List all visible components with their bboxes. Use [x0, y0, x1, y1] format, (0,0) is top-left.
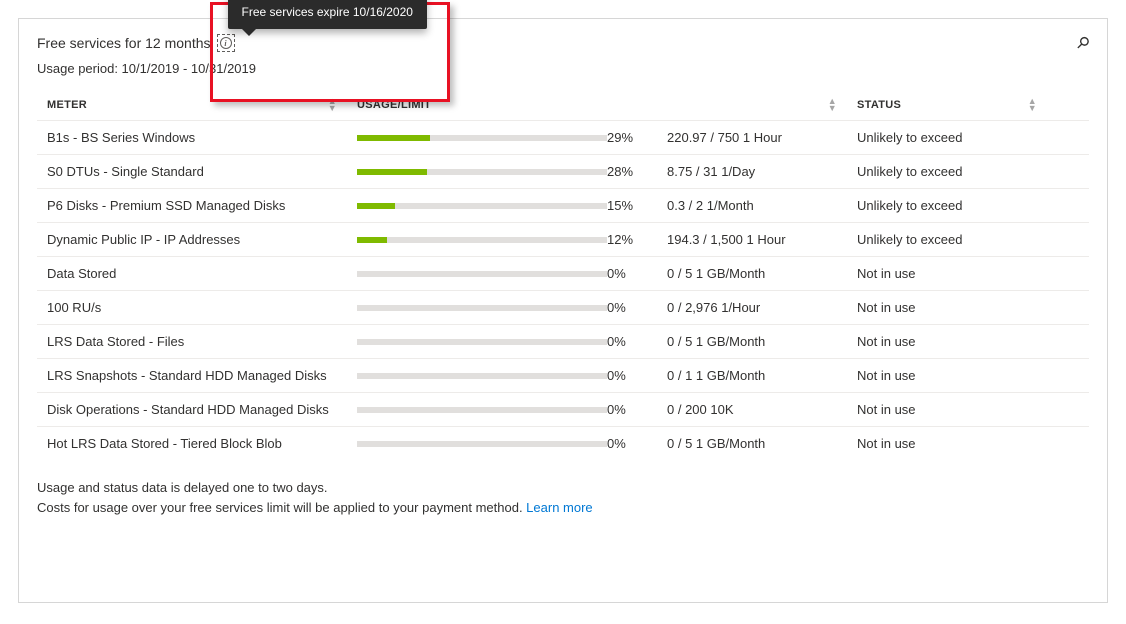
cell-usage-bar	[357, 135, 607, 141]
cell-percent: 12%	[607, 232, 667, 247]
cell-status: Unlikely to exceed	[857, 198, 1057, 213]
cell-meter: P6 Disks - Premium SSD Managed Disks	[47, 198, 357, 213]
cell-usage-bar	[357, 407, 607, 413]
footer-line1: Usage and status data is delayed one to …	[37, 478, 1089, 498]
cell-percent: 15%	[607, 198, 667, 213]
cell-limit: 8.75 / 31 1/Day	[667, 164, 857, 179]
table-row[interactable]: 100 RU/s 0%0 / 2,976 1/HourNot in use	[37, 290, 1089, 324]
learn-more-link[interactable]: Learn more	[526, 500, 592, 515]
cell-usage-bar	[357, 373, 607, 379]
column-header-status[interactable]: STATUS ▲▼	[857, 98, 1057, 112]
sort-icon: ▲▼	[328, 98, 337, 112]
cell-percent: 29%	[607, 130, 667, 145]
cell-status: Unlikely to exceed	[857, 164, 1057, 179]
cell-meter: Hot LRS Data Stored - Tiered Block Blob	[47, 436, 357, 451]
panel-title: Free services for 12 months	[37, 35, 211, 51]
cell-percent: 28%	[607, 164, 667, 179]
cell-usage-bar	[357, 339, 607, 345]
cell-limit: 0 / 5 1 GB/Month	[667, 436, 857, 451]
cell-percent: 0%	[607, 436, 667, 451]
cell-status: Unlikely to exceed	[857, 130, 1057, 145]
cell-usage-bar	[357, 305, 607, 311]
table-row[interactable]: Dynamic Public IP - IP Addresses 12%194.3…	[37, 222, 1089, 256]
table-row[interactable]: Disk Operations - Standard HDD Managed D…	[37, 392, 1089, 426]
cell-limit: 0 / 5 1 GB/Month	[667, 266, 857, 281]
table-row[interactable]: S0 DTUs - Single Standard 28%8.75 / 31 1/…	[37, 154, 1089, 188]
cell-limit: 0.3 / 2 1/Month	[667, 198, 857, 213]
footer-line2: Costs for usage over your free services …	[37, 500, 526, 515]
cell-meter: S0 DTUs - Single Standard	[47, 164, 357, 179]
cell-meter: LRS Data Stored - Files	[47, 334, 357, 349]
cell-limit: 194.3 / 1,500 1 Hour	[667, 232, 857, 247]
cell-limit: 0 / 2,976 1/Hour	[667, 300, 857, 315]
cell-percent: 0%	[607, 266, 667, 281]
column-header-limit[interactable]: ▲▼	[667, 98, 857, 112]
cell-percent: 0%	[607, 402, 667, 417]
table-row[interactable]: B1s - BS Series Windows 29%220.97 / 750 1…	[37, 120, 1089, 154]
sort-icon: ▲▼	[1028, 98, 1037, 112]
table-row[interactable]: Hot LRS Data Stored - Tiered Block Blob 0…	[37, 426, 1089, 460]
cell-status: Not in use	[857, 368, 1057, 383]
cell-usage-bar	[357, 237, 607, 243]
cell-percent: 0%	[607, 334, 667, 349]
cell-status: Not in use	[857, 300, 1057, 315]
table-row[interactable]: LRS Data Stored - Files 0%0 / 5 1 GB/Mont…	[37, 324, 1089, 358]
table-row[interactable]: LRS Snapshots - Standard HDD Managed Dis…	[37, 358, 1089, 392]
table-row[interactable]: Data Stored 0%0 / 5 1 GB/MonthNot in use	[37, 256, 1089, 290]
table-body: B1s - BS Series Windows 29%220.97 / 750 1…	[37, 120, 1089, 460]
cell-usage-bar	[357, 441, 607, 447]
cell-limit: 0 / 1 1 GB/Month	[667, 368, 857, 383]
cell-usage-bar	[357, 203, 607, 209]
pin-icon[interactable]: ⚲	[1072, 32, 1094, 54]
cell-limit: 0 / 5 1 GB/Month	[667, 334, 857, 349]
column-header-usage-label: USAGE/LIMIT	[357, 99, 431, 111]
cell-meter: Dynamic Public IP - IP Addresses	[47, 232, 357, 247]
column-header-meter[interactable]: METER ▲▼	[47, 98, 357, 112]
info-icon[interactable]: i Free services expire 10/16/2020	[217, 34, 235, 52]
column-header-usage[interactable]: USAGE/LIMIT	[357, 99, 607, 111]
cell-meter: Data Stored	[47, 266, 357, 281]
table-header-row: METER ▲▼ USAGE/LIMIT ▲▼ STATUS ▲▼	[37, 90, 1089, 120]
cell-meter: Disk Operations - Standard HDD Managed D…	[47, 402, 357, 417]
cell-meter: LRS Snapshots - Standard HDD Managed Dis…	[47, 368, 357, 383]
cell-status: Not in use	[857, 334, 1057, 349]
table-row[interactable]: P6 Disks - Premium SSD Managed Disks 15%0…	[37, 188, 1089, 222]
cell-usage-bar	[357, 169, 607, 175]
cell-status: Not in use	[857, 402, 1057, 417]
cell-meter: B1s - BS Series Windows	[47, 130, 357, 145]
cell-status: Not in use	[857, 266, 1057, 281]
free-services-panel: Free services for 12 months i Free servi…	[18, 18, 1108, 603]
cell-meter: 100 RU/s	[47, 300, 357, 315]
cell-usage-bar	[357, 271, 607, 277]
cell-status: Not in use	[857, 436, 1057, 451]
cell-limit: 0 / 200 10K	[667, 402, 857, 417]
cell-status: Unlikely to exceed	[857, 232, 1057, 247]
usage-period: Usage period: 10/1/2019 - 10/31/2019	[37, 61, 1089, 76]
column-header-meter-label: METER	[47, 99, 87, 111]
cell-limit: 220.97 / 750 1 Hour	[667, 130, 857, 145]
usage-table: METER ▲▼ USAGE/LIMIT ▲▼ STATUS ▲▼ B1s - …	[37, 90, 1089, 460]
column-header-status-label: STATUS	[857, 99, 901, 111]
cell-percent: 0%	[607, 300, 667, 315]
footer-note: Usage and status data is delayed one to …	[19, 478, 1107, 527]
info-tooltip: Free services expire 10/16/2020	[228, 0, 427, 29]
panel-header: Free services for 12 months i Free servi…	[37, 33, 1089, 53]
cell-percent: 0%	[607, 368, 667, 383]
sort-icon: ▲▼	[828, 98, 837, 112]
